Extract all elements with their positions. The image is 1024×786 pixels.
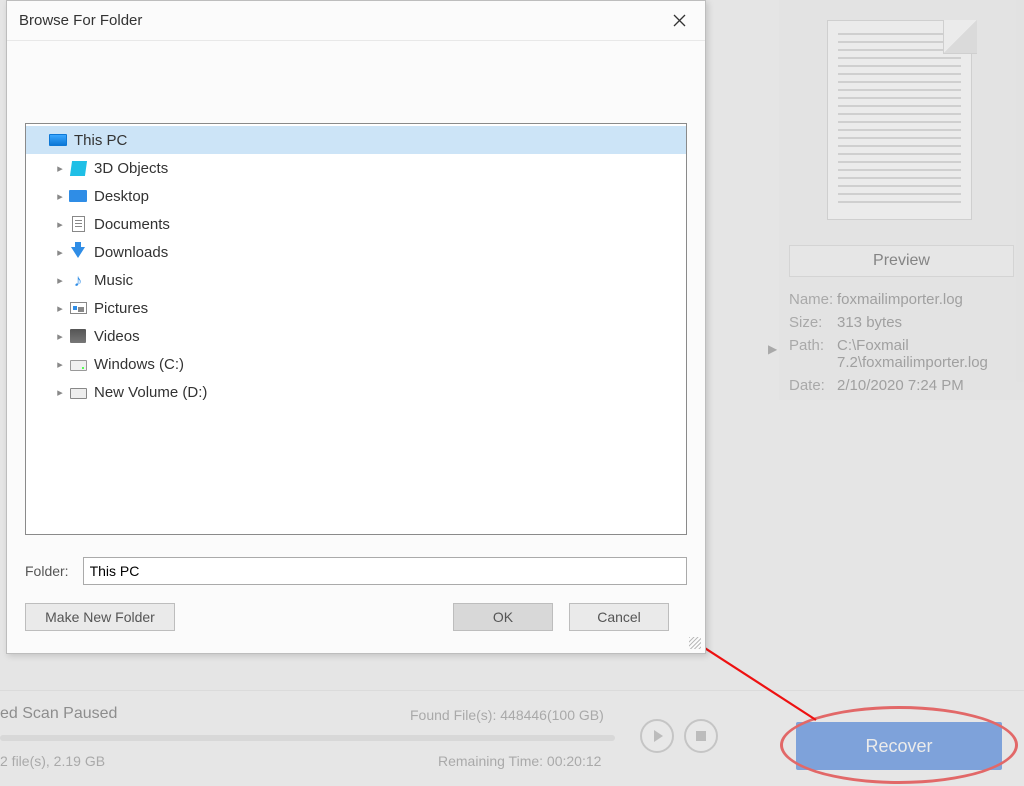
size-value: 313 bytes xyxy=(837,314,1014,331)
hdd-icon xyxy=(68,383,88,401)
make-new-folder-button[interactable]: Make New Folder xyxy=(25,603,175,631)
download-icon xyxy=(68,243,88,261)
tree-item-videos[interactable]: ▸ Videos xyxy=(26,322,686,350)
chevron-icon[interactable]: ▸ xyxy=(52,358,68,371)
date-label: Date: xyxy=(789,377,837,394)
tree-item-windows-c[interactable]: ▸ Windows (C:) xyxy=(26,350,686,378)
folder-input[interactable] xyxy=(83,557,687,585)
name-label: Name: xyxy=(789,291,837,308)
tree-item-desktop[interactable]: ▸ Desktop xyxy=(26,182,686,210)
tree-item-label: New Volume (D:) xyxy=(94,384,207,401)
tree-item-label: Desktop xyxy=(94,188,149,205)
tree-item-pictures[interactable]: ▸ Pictures xyxy=(26,294,686,322)
document-icon xyxy=(68,215,88,233)
chevron-icon[interactable]: ▸ xyxy=(52,218,68,231)
selected-files: 2 file(s), 2.19 GB xyxy=(0,753,105,769)
found-files: Found File(s): 448446(100 GB) xyxy=(410,707,604,723)
close-icon xyxy=(673,14,686,27)
pc-icon xyxy=(48,131,68,149)
close-button[interactable] xyxy=(657,5,701,37)
name-value: foxmailimporter.log xyxy=(837,291,1014,308)
desktop-icon xyxy=(68,187,88,205)
tree-item-label: This PC xyxy=(74,132,127,149)
tree-item-this-pc[interactable]: ▸ This PC xyxy=(26,126,686,154)
tree-item-label: Music xyxy=(94,272,133,289)
tree-item-documents[interactable]: ▸ Documents xyxy=(26,210,686,238)
tree-item-label: Documents xyxy=(94,216,170,233)
chevron-icon[interactable]: ▸ xyxy=(52,274,68,287)
resize-grip[interactable] xyxy=(689,637,701,649)
panel-expand-icon[interactable]: ▶ xyxy=(768,342,777,356)
path-label: Path: xyxy=(789,337,837,371)
progress-bar xyxy=(0,735,615,741)
scan-status: ed Scan Paused xyxy=(0,705,117,723)
dialog-titlebar[interactable]: Browse For Folder xyxy=(7,1,705,41)
tree-item-label: Videos xyxy=(94,328,140,345)
file-thumbnail xyxy=(827,20,977,225)
tree-item-3d-objects[interactable]: ▸ 3D Objects xyxy=(26,154,686,182)
chevron-icon[interactable]: ▸ xyxy=(52,246,68,259)
play-icon xyxy=(654,730,663,742)
3d-objects-icon xyxy=(68,159,88,177)
tree-item-label: 3D Objects xyxy=(94,160,168,177)
tree-item-downloads[interactable]: ▸ Downloads xyxy=(26,238,686,266)
ok-button[interactable]: OK xyxy=(453,603,553,631)
status-bar: ed Scan Paused Found File(s): 448446(100… xyxy=(0,690,1024,786)
play-button[interactable] xyxy=(640,719,674,753)
preview-button[interactable]: Preview xyxy=(789,245,1014,277)
recover-button[interactable]: Recover xyxy=(796,722,1002,770)
chevron-icon[interactable]: ▸ xyxy=(52,330,68,343)
chevron-icon[interactable]: ▸ xyxy=(52,386,68,399)
folder-label: Folder: xyxy=(25,563,69,579)
drive-icon xyxy=(68,355,88,373)
videos-icon xyxy=(68,327,88,345)
tree-item-new-volume-d[interactable]: ▸ New Volume (D:) xyxy=(26,378,686,406)
remaining-time: Remaining Time: 00:20:12 xyxy=(438,753,601,769)
chevron-icon[interactable]: ▸ xyxy=(52,162,68,175)
path-value: C:\Foxmail 7.2\foxmailimporter.log xyxy=(837,337,1014,371)
pictures-icon xyxy=(68,299,88,317)
tree-item-label: Windows (C:) xyxy=(94,356,184,373)
music-icon: ♪ xyxy=(68,271,88,289)
tree-item-music[interactable]: ▸ ♪ Music xyxy=(26,266,686,294)
date-value: 2/10/2020 7:24 PM xyxy=(837,377,1014,394)
page-fold-icon xyxy=(943,20,977,54)
chevron-icon[interactable]: ▸ xyxy=(52,190,68,203)
cancel-button[interactable]: Cancel xyxy=(569,603,669,631)
stop-icon xyxy=(696,731,706,741)
tree-item-label: Pictures xyxy=(94,300,148,317)
chevron-icon[interactable]: ▸ xyxy=(52,302,68,315)
preview-panel: Preview Name:foxmailimporter.log Size:31… xyxy=(779,0,1024,400)
tree-item-label: Downloads xyxy=(94,244,168,261)
dialog-title: Browse For Folder xyxy=(19,12,142,29)
folder-tree[interactable]: ▸ This PC ▸ 3D Objects ▸ Desktop ▸ Docum… xyxy=(25,123,687,535)
browse-folder-dialog: Browse For Folder ▸ This PC ▸ 3D Objects… xyxy=(6,0,706,654)
stop-button[interactable] xyxy=(684,719,718,753)
size-label: Size: xyxy=(789,314,837,331)
